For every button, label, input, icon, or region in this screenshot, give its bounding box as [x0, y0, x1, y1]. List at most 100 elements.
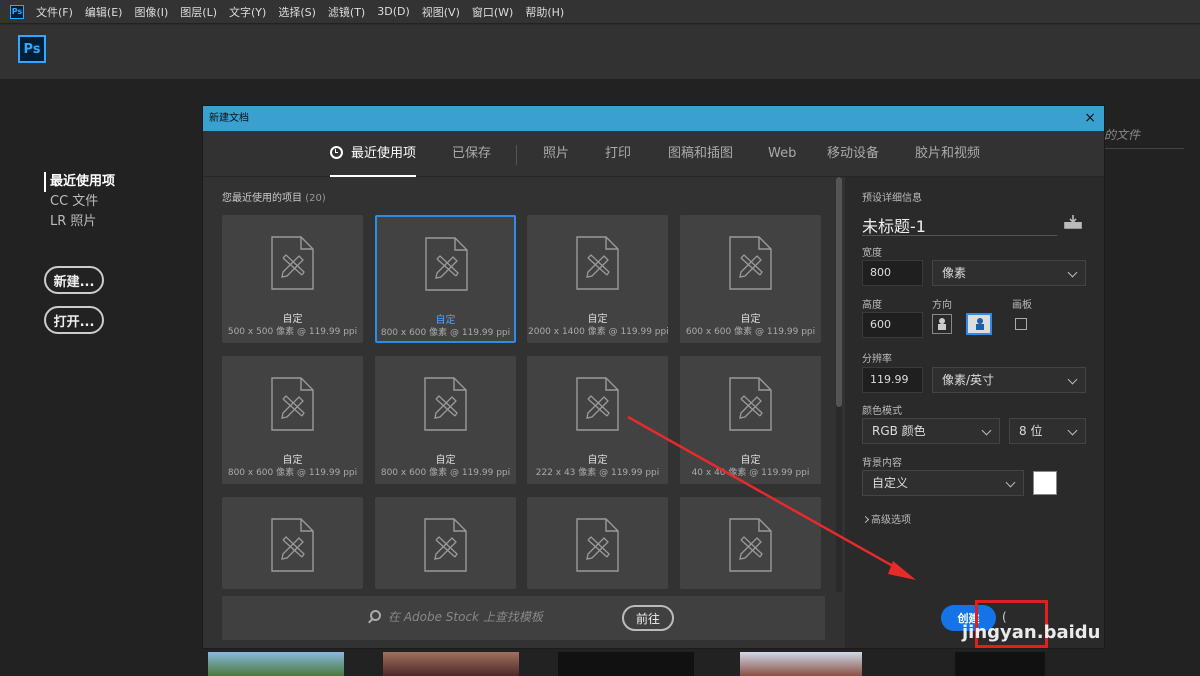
- preset-card-name: 自定: [587, 314, 608, 325]
- document-preset-icon: [271, 377, 314, 431]
- background-select[interactable]: 自定义: [862, 470, 1024, 496]
- sidebar-item-cc-files[interactable]: CC 文件: [44, 192, 115, 212]
- tab-print[interactable]: 打印: [605, 131, 631, 177]
- tab-photo[interactable]: 照片: [543, 131, 569, 177]
- menu-3d[interactable]: 3D(D): [377, 5, 410, 18]
- background-label: 背景内容: [862, 458, 902, 469]
- chevron-down-icon: [981, 425, 992, 436]
- tab-film-video[interactable]: 胶片和视频: [915, 131, 980, 177]
- preset-card[interactable]: [527, 497, 668, 589]
- name-underline: [862, 235, 1057, 236]
- tab-art-illustration[interactable]: 图稿和插图: [668, 131, 733, 177]
- menu-file[interactable]: 文件(F): [36, 4, 73, 20]
- menu-filter[interactable]: 滤镜(T): [328, 4, 365, 20]
- document-preset-icon: [729, 518, 772, 572]
- tab-recent[interactable]: 最近使用项: [330, 131, 417, 177]
- advanced-options-toggle[interactable]: 高级选项: [861, 511, 911, 526]
- portrait-icon: [938, 318, 946, 330]
- preset-card[interactable]: 自定 600 x 600 像素 @ 119.99 ppi: [680, 215, 821, 343]
- go-button[interactable]: 前往: [622, 605, 674, 631]
- resolution-label: 分辨率: [862, 354, 892, 365]
- tab-saved[interactable]: 已保存: [452, 131, 491, 177]
- preset-card-size: 222 x 43 像素 @ 119.99 ppi: [535, 468, 660, 478]
- document-preset-icon: [729, 377, 772, 431]
- preset-card-size: 600 x 600 像素 @ 119.99 ppi: [685, 327, 816, 337]
- bg-thumbnail: [208, 652, 344, 676]
- height-input[interactable]: 600: [862, 312, 923, 338]
- height-label: 高度: [862, 300, 882, 311]
- details-section-label: 预设详细信息: [862, 193, 922, 204]
- width-input[interactable]: 800: [862, 260, 923, 286]
- preset-card-size: 40 x 40 像素 @ 119.99 ppi: [691, 468, 810, 478]
- preset-card[interactable]: 自定 800 x 600 像素 @ 119.99 ppi: [375, 215, 516, 343]
- chevron-right-icon: [861, 515, 870, 524]
- document-preset-icon: [424, 518, 467, 572]
- stock-search-input[interactable]: [388, 607, 618, 627]
- watermark: jingyan.baidu: [962, 622, 1101, 643]
- document-preset-icon: [425, 237, 468, 291]
- landscape-orientation-button[interactable]: [966, 313, 992, 335]
- menu-bar: Ps 文件(F) 编辑(E) 图像(I) 图层(L) 文字(Y) 选择(S) 滤…: [0, 0, 1200, 24]
- dialog-close-button[interactable]: ×: [1084, 106, 1096, 131]
- document-preset-icon: [271, 236, 314, 290]
- background-color-swatch[interactable]: [1033, 471, 1057, 495]
- preset-card[interactable]: 自定 222 x 43 像素 @ 119.99 ppi: [527, 356, 668, 484]
- width-unit-select[interactable]: 像素: [932, 260, 1086, 286]
- new-document-dialog: 新建文档 × 最近使用项 已保存 照片 打印 图稿和插图 Web 移动设备 胶片…: [202, 105, 1105, 649]
- preset-card[interactable]: 自定 800 x 600 像素 @ 119.99 ppi: [375, 356, 516, 484]
- bg-files-label: 的文件: [1104, 128, 1141, 142]
- preset-card[interactable]: 自定 40 x 40 像素 @ 119.99 ppi: [680, 356, 821, 484]
- scrollbar[interactable]: [836, 177, 842, 592]
- color-mode-select[interactable]: RGB 颜色: [862, 418, 1000, 444]
- new-button[interactable]: 新建...: [44, 266, 104, 294]
- preset-card[interactable]: [680, 497, 821, 589]
- bit-depth-select[interactable]: 8 位: [1009, 418, 1086, 444]
- portrait-orientation-button[interactable]: [932, 314, 952, 334]
- preset-card[interactable]: 自定 2000 x 1400 像素 @ 119.99 ppi: [527, 215, 669, 343]
- menu-edit[interactable]: 编辑(E): [85, 4, 123, 20]
- recent-section-title: 您最近使用的项目 (20): [222, 193, 326, 204]
- ps-logo: Ps: [18, 35, 46, 63]
- preset-card-name: 自定: [740, 455, 761, 466]
- document-preset-icon: [271, 518, 314, 572]
- sidebar-item-lr-photos[interactable]: LR 照片: [44, 212, 115, 232]
- menu-window[interactable]: 窗口(W): [472, 4, 513, 20]
- artboard-label: 画板: [1012, 300, 1032, 311]
- preset-details-pane: 预设详细信息 未标题-1 宽度 800 像素 高度 方向 画板 600 分辨率 …: [845, 177, 1104, 648]
- preset-card-size: 500 x 500 像素 @ 119.99 ppi: [227, 327, 358, 337]
- artboard-checkbox[interactable]: [1015, 318, 1027, 330]
- document-preset-icon: [576, 236, 619, 290]
- menu-view[interactable]: 视图(V): [422, 4, 460, 20]
- sidebar-item-recent[interactable]: 最近使用项: [44, 172, 115, 192]
- document-name[interactable]: 未标题-1: [862, 213, 926, 237]
- preset-card-name: 自定: [587, 455, 608, 466]
- document-preset-icon: [576, 377, 619, 431]
- document-preset-icon: [424, 377, 467, 431]
- menu-help[interactable]: 帮助(H): [525, 4, 564, 20]
- save-preset-icon[interactable]: [1064, 215, 1082, 229]
- ps-app-icon: Ps: [10, 4, 24, 19]
- resolution-input[interactable]: 119.99: [862, 367, 923, 393]
- document-preset-icon: [729, 236, 772, 290]
- color-mode-label: 颜色模式: [862, 406, 902, 417]
- resolution-unit-select[interactable]: 像素/英寸: [932, 367, 1086, 393]
- menu-layer[interactable]: 图层(L): [180, 4, 217, 20]
- preset-card[interactable]: 自定 800 x 600 像素 @ 119.99 ppi: [222, 356, 363, 484]
- preset-card-size: 2000 x 1400 像素 @ 119.99 ppi: [528, 327, 669, 337]
- tab-web[interactable]: Web: [768, 131, 796, 177]
- menu-type[interactable]: 文字(Y): [229, 4, 266, 20]
- scroll-thumb[interactable]: [836, 177, 842, 407]
- preset-card-name: 自定: [740, 314, 761, 325]
- preset-card[interactable]: 自定 500 x 500 像素 @ 119.99 ppi: [222, 215, 363, 343]
- landscape-icon: [976, 318, 984, 330]
- preset-card[interactable]: [375, 497, 516, 589]
- chevron-down-icon: [1067, 425, 1078, 436]
- open-button[interactable]: 打开...: [44, 306, 104, 334]
- preset-card[interactable]: [222, 497, 363, 589]
- tab-mobile[interactable]: 移动设备: [827, 131, 879, 177]
- chevron-down-icon: [1067, 374, 1078, 385]
- menu-image[interactable]: 图像(I): [134, 4, 168, 20]
- bg-thumbnail: [558, 652, 694, 676]
- menu-select[interactable]: 选择(S): [278, 4, 316, 20]
- stock-search-bar: 前往: [222, 596, 825, 640]
